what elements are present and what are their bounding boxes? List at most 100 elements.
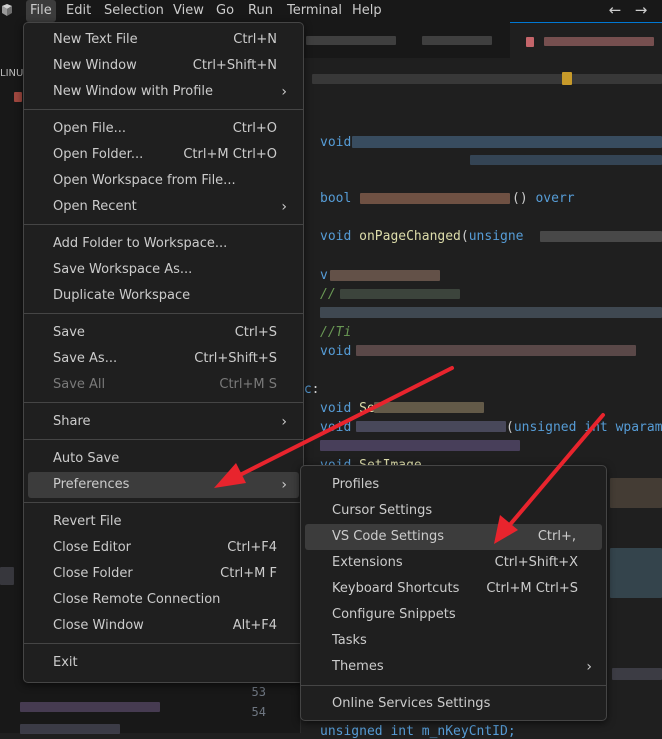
- menu-item-shortcut: Ctrl+M Ctrl+S: [486, 581, 578, 596]
- menu-run[interactable]: Run: [244, 0, 277, 22]
- menu-item-label: New Window: [53, 58, 137, 73]
- blurred-code: [610, 548, 662, 598]
- arrow-left-icon[interactable]: ←: [607, 2, 623, 18]
- menu-item-shortcut: Ctrl+S: [234, 325, 277, 340]
- menu-item-close-folder[interactable]: Close Folder Ctrl+M F: [28, 561, 299, 587]
- tab-active[interactable]: [510, 22, 662, 59]
- menu-item-auto-save[interactable]: Auto Save: [28, 446, 299, 472]
- code-line: () overr: [512, 191, 575, 206]
- menu-item-revert-file[interactable]: Revert File: [28, 509, 299, 535]
- menu-help[interactable]: Help: [348, 0, 386, 22]
- arrow-right-icon[interactable]: →: [633, 2, 649, 18]
- breadcrumb: [312, 74, 662, 84]
- menu-item-open-workspace-from-file[interactable]: Open Workspace from File...: [28, 168, 299, 194]
- menu-item-shortcut: Ctrl+M Ctrl+O: [183, 147, 277, 162]
- blurred-code: [352, 136, 662, 148]
- menu-item-save[interactable]: Save Ctrl+S: [28, 320, 299, 346]
- menu-separator: [24, 439, 303, 440]
- blurred-item: [0, 567, 14, 585]
- code-line: void: [320, 135, 352, 150]
- menu-item-close-editor[interactable]: Close Editor Ctrl+F4: [28, 535, 299, 561]
- menu-selection[interactable]: Selection: [100, 0, 168, 22]
- blurred-item: [14, 92, 22, 102]
- menu-item-themes[interactable]: Themes ›: [305, 654, 602, 680]
- menu-item-preferences[interactable]: Preferences ›: [28, 472, 299, 498]
- menu-item-save-workspace-as[interactable]: Save Workspace As...: [28, 257, 299, 283]
- menu-item-vs-code-settings[interactable]: VS Code Settings Ctrl+,: [305, 524, 602, 550]
- code-line: unsigned int m_nKeyCntID;: [320, 724, 516, 739]
- menu-view[interactable]: View: [169, 0, 208, 22]
- menu-item-label: Share: [53, 414, 91, 429]
- menu-item-tasks[interactable]: Tasks: [305, 628, 602, 654]
- menu-item-label: Tasks: [332, 633, 367, 648]
- menu-terminal[interactable]: Terminal: [283, 0, 346, 22]
- menu-separator: [24, 109, 303, 110]
- menu-item-share[interactable]: Share ›: [28, 409, 299, 435]
- menu-item-configure-snippets[interactable]: Configure Snippets: [305, 602, 602, 628]
- menu-item-label: Close Remote Connection: [53, 592, 221, 607]
- menu-item-new-window-with-profile[interactable]: New Window with Profile ›: [28, 79, 299, 105]
- menu-item-new-window[interactable]: New Window Ctrl+Shift+N: [28, 53, 299, 79]
- menu-item-label: Close Folder: [53, 566, 133, 581]
- chevron-right-icon: ›: [281, 414, 287, 430]
- menu-separator: [24, 313, 303, 314]
- chevron-right-icon: ›: [281, 199, 287, 215]
- menu-separator: [24, 224, 303, 225]
- menu-item-label: Exit: [53, 655, 78, 670]
- menu-item-label: Save Workspace As...: [53, 262, 193, 277]
- menu-item-add-folder-to-workspace[interactable]: Add Folder to Workspace...: [28, 231, 299, 257]
- menu-item-label: Close Editor: [53, 540, 132, 555]
- menu-item-online-services-settings[interactable]: Online Services Settings: [305, 691, 602, 717]
- menu-item-duplicate-workspace[interactable]: Duplicate Workspace: [28, 283, 299, 309]
- blurred-tab-icon: [526, 37, 534, 47]
- file-menu: New Text File Ctrl+N New Window Ctrl+Shi…: [23, 22, 304, 683]
- menu-item-shortcut: Ctrl+Shift+X: [494, 555, 578, 570]
- menu-item-close-window[interactable]: Close Window Alt+F4: [28, 613, 299, 639]
- blurred-code: [320, 307, 662, 318]
- blurred-code: [340, 289, 460, 299]
- menu-item-save-all: Save All Ctrl+M S: [28, 372, 299, 398]
- chevron-right-icon: ›: [281, 477, 287, 493]
- menu-item-new-text-file[interactable]: New Text File Ctrl+N: [28, 27, 299, 53]
- menu-item-exit[interactable]: Exit: [28, 650, 299, 676]
- blurred-tab-label: [306, 36, 396, 45]
- menu-item-save-as[interactable]: Save As... Ctrl+Shift+S: [28, 346, 299, 372]
- menu-item-open-recent[interactable]: Open Recent ›: [28, 194, 299, 220]
- tab[interactable]: [410, 22, 511, 58]
- blurred-code: [374, 402, 484, 413]
- menu-item-open-file[interactable]: Open File... Ctrl+O: [28, 116, 299, 142]
- menu-item-shortcut: Ctrl+Shift+N: [192, 58, 277, 73]
- menu-separator: [301, 685, 606, 686]
- sidebar-header: LINU: [0, 68, 24, 79]
- menu-item-label: Duplicate Workspace: [53, 288, 191, 303]
- menu-item-label: Save All: [53, 377, 106, 392]
- chevron-right-icon: ›: [586, 659, 592, 675]
- menu-item-shortcut: Ctrl+N: [233, 32, 277, 47]
- menu-separator: [24, 643, 303, 644]
- blurred-code: [320, 440, 520, 451]
- blurred-tab-label: [544, 37, 654, 46]
- menu-item-label: Cursor Settings: [332, 503, 433, 518]
- menu-go[interactable]: Go: [212, 0, 238, 22]
- preferences-submenu: Profiles Cursor Settings VS Code Setting…: [300, 465, 607, 721]
- menu-item-open-folder[interactable]: Open Folder... Ctrl+M Ctrl+O: [28, 142, 299, 168]
- menu-item-profiles[interactable]: Profiles: [305, 472, 602, 498]
- menu-item-shortcut: Alt+F4: [232, 618, 277, 633]
- code-line: (unsigned int wparam,: [506, 420, 662, 435]
- menu-edit[interactable]: Edit: [62, 0, 95, 22]
- line-number: 53: [251, 685, 266, 699]
- menu-item-close-remote-connection[interactable]: Close Remote Connection: [28, 587, 299, 613]
- blurred-code: [360, 193, 510, 204]
- code-line: bool: [320, 191, 352, 206]
- menu-file[interactable]: File: [26, 0, 56, 22]
- tab[interactable]: [300, 22, 411, 58]
- blurred-code: [612, 668, 662, 680]
- menu-item-shortcut: Ctrl+O: [232, 121, 277, 136]
- code-line: void: [320, 420, 352, 435]
- code-line: //Ti: [320, 325, 352, 340]
- menu-item-extensions[interactable]: Extensions Ctrl+Shift+X: [305, 550, 602, 576]
- menu-item-keyboard-shortcuts[interactable]: Keyboard Shortcuts Ctrl+M Ctrl+S: [305, 576, 602, 602]
- blurred-code: [470, 155, 662, 165]
- menu-item-label: Revert File: [53, 514, 122, 529]
- menu-item-cursor-settings[interactable]: Cursor Settings: [305, 498, 602, 524]
